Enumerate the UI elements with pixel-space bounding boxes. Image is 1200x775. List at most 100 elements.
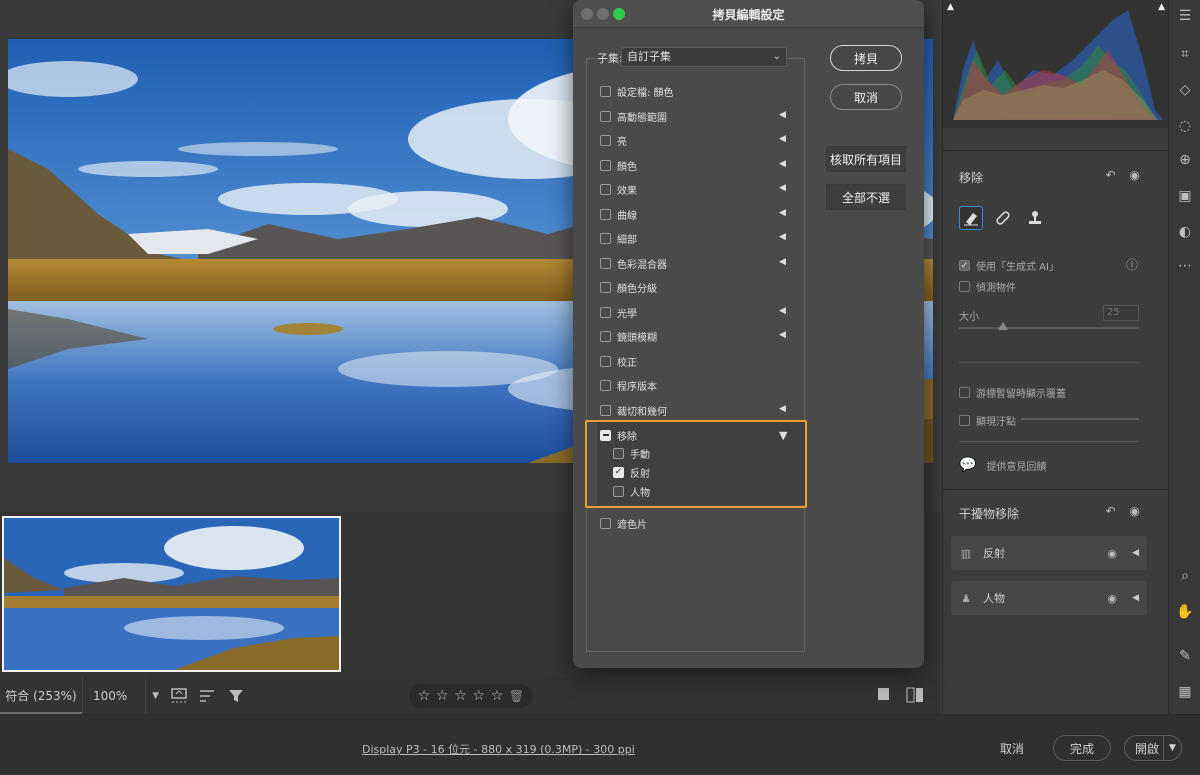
more-options-icon[interactable]: ⋯ bbox=[1175, 256, 1195, 276]
highlight-clip-icon[interactable]: ▲ bbox=[1158, 2, 1165, 12]
eye-icon[interactable]: ◉ bbox=[1107, 547, 1117, 560]
zoom-tool-icon[interactable]: ⌕ bbox=[1175, 566, 1195, 586]
expand-arrow-icon[interactable]: ◀ bbox=[1132, 548, 1139, 558]
expand-arrow-icon[interactable]: ◀ bbox=[779, 232, 786, 242]
distraction-item-people[interactable]: ♟ 人物 ◉ ◀ bbox=[951, 581, 1147, 615]
expand-arrow-icon[interactable]: ◀ bbox=[779, 110, 786, 120]
checkbox[interactable] bbox=[600, 306, 611, 318]
use-gen-ai-option[interactable]: ✓ 使用「生成式 AI」 bbox=[959, 258, 1059, 273]
crop-icon[interactable]: ⌗ bbox=[1175, 44, 1195, 64]
eraser-tool-icon[interactable] bbox=[959, 206, 983, 230]
single-view-icon[interactable] bbox=[876, 686, 892, 707]
size-slider-handle[interactable] bbox=[998, 322, 1008, 330]
filter-funnel-icon[interactable] bbox=[222, 678, 250, 714]
use-gen-ai-checkbox[interactable]: ✓ bbox=[959, 260, 970, 271]
checkbox[interactable] bbox=[600, 404, 611, 416]
star-icon[interactable]: ☆ bbox=[436, 688, 449, 704]
expand-arrow-icon[interactable]: ◀ bbox=[779, 134, 786, 144]
checkbox[interactable] bbox=[600, 355, 611, 367]
clone-stamp-icon[interactable] bbox=[1023, 206, 1047, 230]
star-rating[interactable]: ☆ ☆ ☆ ☆ ☆ 🗑 bbox=[409, 684, 533, 708]
distraction-item-reflection[interactable]: ▥ 反射 ◉ ◀ bbox=[951, 536, 1147, 570]
eye-icon[interactable]: ◉ bbox=[1130, 168, 1140, 182]
option-lens-blur[interactable]: 鏡頭模糊 bbox=[600, 328, 657, 344]
option-profile-color[interactable]: 設定檔: 顏色 bbox=[600, 83, 674, 99]
show-spots-checkbox[interactable] bbox=[959, 415, 970, 426]
mask-icon[interactable]: ◌ bbox=[1175, 116, 1195, 136]
copy-button[interactable]: 拷貝 bbox=[830, 45, 902, 71]
filmstrip-thumbnail[interactable] bbox=[2, 516, 341, 672]
checkbox[interactable] bbox=[600, 330, 611, 342]
eye-icon[interactable]: ◉ bbox=[1130, 504, 1140, 518]
expand-arrow-icon[interactable]: ◀ bbox=[779, 159, 786, 169]
trash-icon[interactable]: 🗑 bbox=[509, 689, 524, 703]
star-icon[interactable]: ☆ bbox=[418, 688, 431, 704]
expand-arrow-icon[interactable]: ◀ bbox=[779, 208, 786, 218]
red-eye-icon[interactable]: ⊕ bbox=[1175, 150, 1195, 170]
eye-icon[interactable]: ◉ bbox=[1107, 592, 1117, 605]
option-color[interactable]: 顏色 bbox=[600, 157, 637, 173]
detect-objects-checkbox[interactable] bbox=[959, 281, 970, 292]
checkbox[interactable] bbox=[600, 159, 611, 171]
spots-slider[interactable] bbox=[1021, 418, 1139, 420]
open-button[interactable]: 開啟 ▼ bbox=[1124, 735, 1182, 761]
show-spots-option[interactable]: 顯現汙點 bbox=[959, 413, 1016, 428]
option-detail[interactable]: 細部 bbox=[600, 230, 637, 246]
checkbox[interactable] bbox=[600, 208, 611, 220]
select-none-button[interactable]: 全部不選 bbox=[826, 184, 906, 210]
option-color-mixer[interactable]: 色彩混合器 bbox=[600, 255, 667, 271]
checkbox[interactable] bbox=[600, 110, 611, 122]
layers-icon[interactable]: ◐ bbox=[1175, 222, 1195, 242]
expand-arrow-icon[interactable]: ◀ bbox=[779, 183, 786, 193]
expand-arrow-icon[interactable]: ◀ bbox=[779, 257, 786, 267]
option-color-grading[interactable]: 顏色分級 bbox=[600, 279, 657, 295]
show-overlay-option[interactable]: 游標暫留時顯示覆蓋 bbox=[959, 385, 1066, 400]
option-optics[interactable]: 光學 bbox=[600, 304, 637, 320]
dialog-cancel-button[interactable]: 取消 bbox=[830, 84, 902, 110]
expand-arrow-icon[interactable]: ◀ bbox=[779, 330, 786, 340]
filmstrip-filter-icon[interactable] bbox=[166, 678, 194, 714]
file-info-link[interactable]: Display P3 - 16 位元 - 880 x 319 (0.3MP) -… bbox=[362, 741, 635, 757]
option-process-version[interactable]: 程序版本 bbox=[600, 377, 657, 393]
option-light[interactable]: 亮 bbox=[600, 132, 627, 148]
shadow-clip-icon[interactable]: ▲ bbox=[947, 2, 954, 12]
grid-icon[interactable]: ▦ bbox=[1175, 682, 1195, 702]
hand-tool-icon[interactable]: ✋ bbox=[1175, 602, 1195, 622]
expand-arrow-icon[interactable]: ◀ bbox=[779, 306, 786, 316]
presets-icon[interactable]: ▣ bbox=[1175, 186, 1195, 206]
option-calibration[interactable]: 校正 bbox=[600, 353, 637, 369]
edit-sliders-icon[interactable]: ☰ bbox=[1175, 6, 1195, 26]
cancel-button[interactable]: 取消 bbox=[990, 735, 1034, 761]
checkbox[interactable] bbox=[600, 134, 611, 146]
dialog-titlebar[interactable]: 拷貝編輯設定 bbox=[573, 0, 924, 28]
option-hdr[interactable]: 高動態範圍 bbox=[600, 108, 667, 124]
checkbox[interactable] bbox=[600, 257, 611, 269]
option-masks[interactable]: 遮色片 bbox=[600, 515, 647, 531]
reset-icon[interactable]: ↶ bbox=[1105, 168, 1115, 182]
bandage-heal-icon[interactable] bbox=[991, 206, 1015, 230]
compare-view-icon[interactable] bbox=[906, 686, 924, 707]
checkbox[interactable] bbox=[600, 517, 611, 529]
eraser-icon[interactable]: ◇ bbox=[1175, 80, 1195, 100]
sort-icon[interactable] bbox=[194, 678, 222, 714]
detect-objects-option[interactable]: 偵測物件 bbox=[959, 279, 1016, 294]
checkbox[interactable] bbox=[600, 281, 611, 293]
subset-dropdown[interactable]: 自訂子集 ⌄ bbox=[621, 47, 787, 67]
show-overlay-checkbox[interactable] bbox=[959, 387, 970, 398]
checkbox[interactable] bbox=[600, 183, 611, 195]
zoom-percent-dropdown[interactable]: 100% ▼ bbox=[82, 678, 159, 714]
star-icon[interactable]: ☆ bbox=[454, 688, 467, 704]
expand-arrow-icon[interactable]: ◀ bbox=[779, 404, 786, 414]
info-icon[interactable]: ⓘ bbox=[1126, 256, 1138, 273]
expand-arrow-icon[interactable]: ◀ bbox=[1132, 593, 1139, 603]
option-curves[interactable]: 曲線 bbox=[600, 206, 637, 222]
select-all-button[interactable]: 核取所有項目 bbox=[826, 146, 906, 172]
size-slider[interactable] bbox=[959, 327, 1139, 329]
eyedropper-icon[interactable]: ✎ bbox=[1175, 646, 1195, 666]
star-icon[interactable]: ☆ bbox=[472, 688, 485, 704]
done-button[interactable]: 完成 bbox=[1053, 735, 1111, 761]
reset-icon[interactable]: ↶ bbox=[1105, 504, 1115, 518]
checkbox[interactable] bbox=[600, 379, 611, 391]
option-crop-geometry[interactable]: 裁切和幾何 bbox=[600, 402, 667, 418]
option-effects[interactable]: 效果 bbox=[600, 181, 637, 197]
